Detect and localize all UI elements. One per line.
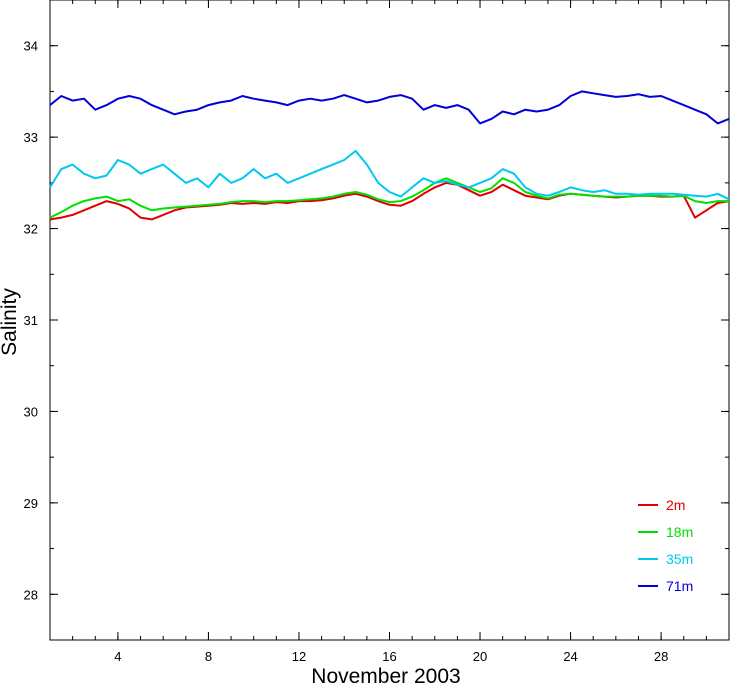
series-line-71m xyxy=(49,90,730,125)
y-tick-label: 29 xyxy=(24,496,38,511)
legend-label-18m: 18m xyxy=(666,524,693,540)
x-tick-label: 20 xyxy=(473,649,487,664)
x-axis-title: November 2003 xyxy=(311,665,460,685)
legend: 2m 18m 35m 71m xyxy=(638,497,693,594)
series-line-18m xyxy=(49,177,729,219)
x-tick-label: 4 xyxy=(114,649,121,664)
series-line-35m xyxy=(49,149,730,201)
x-tick-label: 24 xyxy=(563,649,577,664)
x-tick-label: 16 xyxy=(382,649,396,664)
y-tick-label: 32 xyxy=(24,222,38,237)
y-axis-title: Salinity xyxy=(0,288,21,356)
legend-label-71m: 71m xyxy=(666,578,693,594)
y-tick-label: 33 xyxy=(24,130,38,145)
axis-ticks: 4 8 12 16 20 24 28 28 29 30 31 32 33 34 xyxy=(24,0,730,664)
y-tick-label: 30 xyxy=(24,404,38,419)
x-tick-label: 12 xyxy=(292,649,306,664)
x-tick-label: 28 xyxy=(654,649,668,664)
y-tick-label: 28 xyxy=(24,587,38,602)
series-lines xyxy=(49,90,730,221)
salinity-chart: 4 8 12 16 20 24 28 28 29 30 31 32 33 34 2m 18m 35m 71m N… xyxy=(0,0,730,685)
x-tick-label: 8 xyxy=(205,649,212,664)
y-tick-label: 31 xyxy=(24,313,38,328)
y-tick-label: 34 xyxy=(24,39,38,54)
legend-label-2m: 2m xyxy=(666,497,685,513)
legend-label-35m: 35m xyxy=(666,551,693,567)
